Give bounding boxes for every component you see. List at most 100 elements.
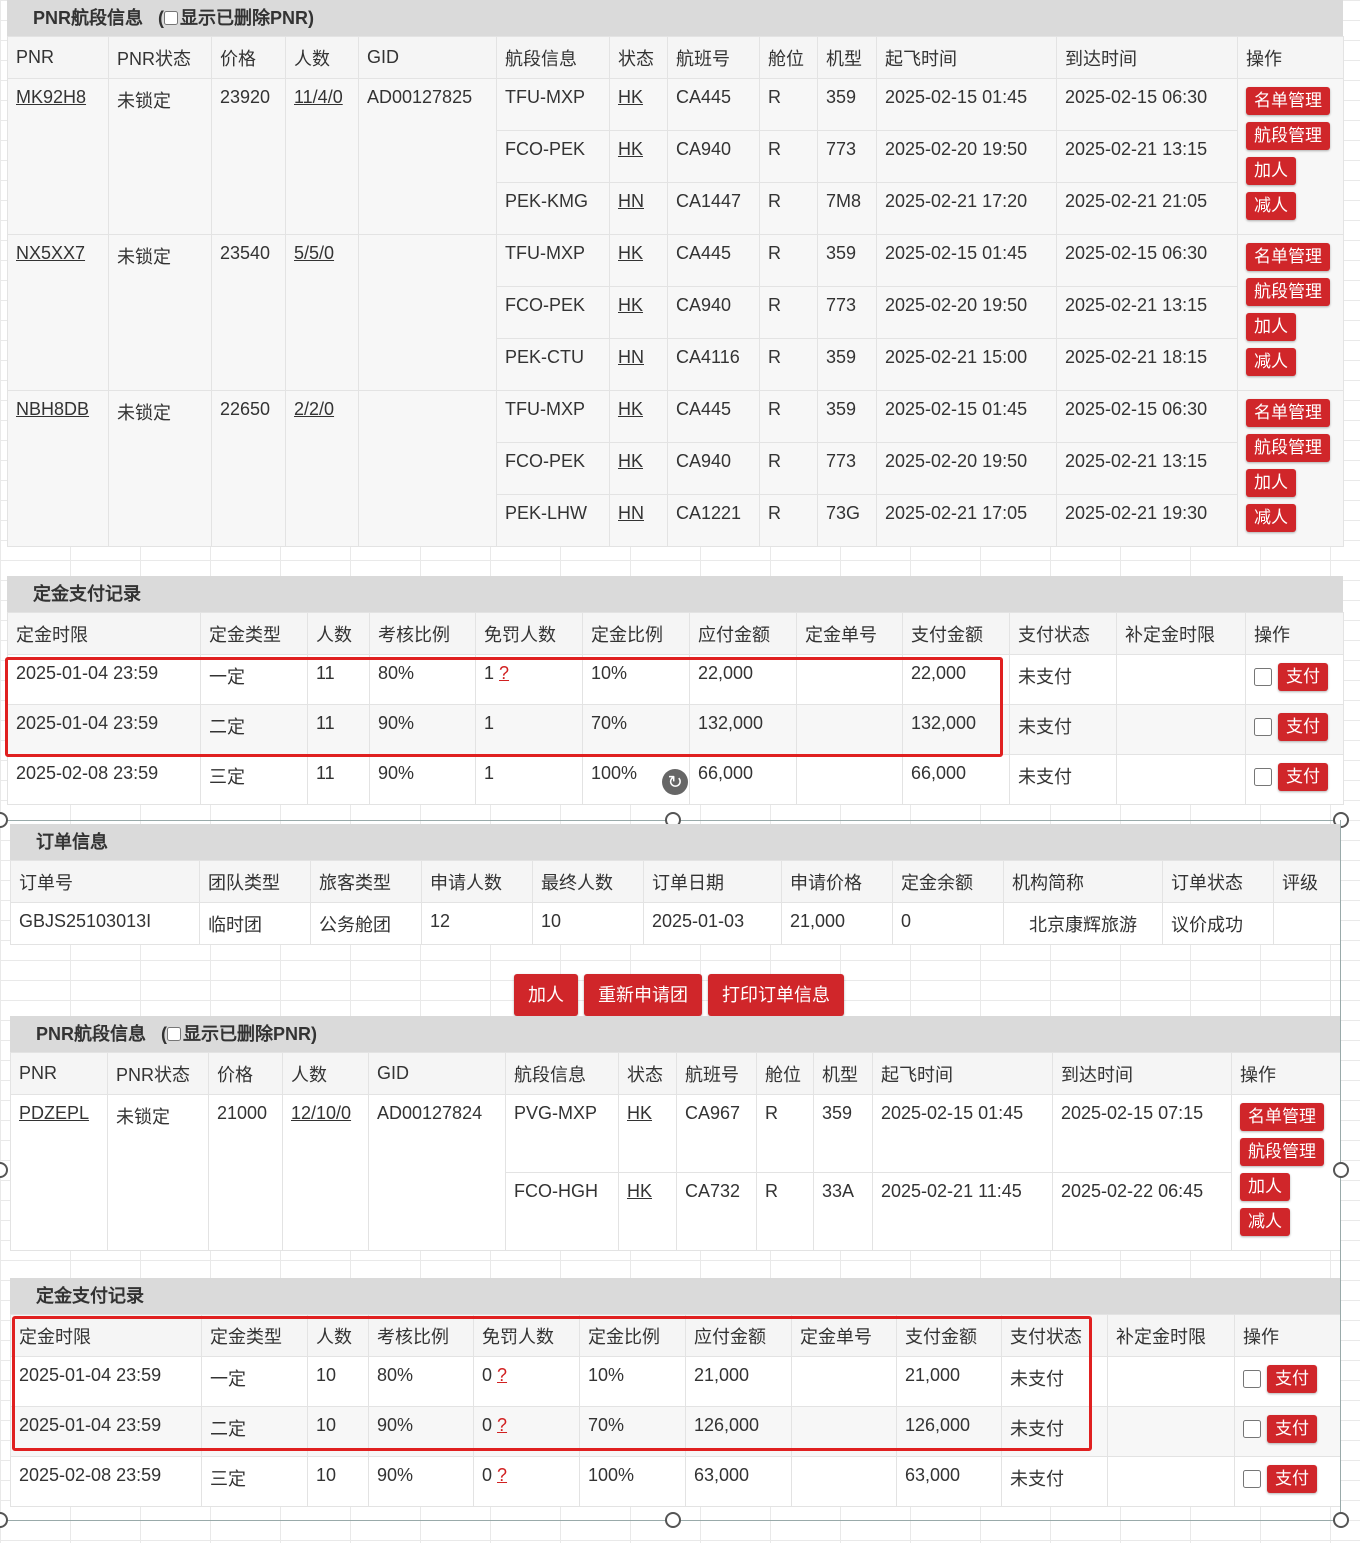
order-table: 订单号 团队类型 旅客类型 申请人数 最终人数 订单日期 申请价格 定金余额 机构简称 订单状态评… <box>10 860 1341 945</box>
print-order-button[interactable]: 打印订单信息 <box>708 974 844 1016</box>
segment-manage-button[interactable]: 航段管理 <box>1246 278 1330 306</box>
seg-status-link[interactable]: HK <box>627 1103 652 1123</box>
segment-manage-button[interactable]: 航段管理 <box>1246 434 1330 462</box>
seg-status-link[interactable]: HK <box>618 87 643 107</box>
add-person-button[interactable]: 加人 <box>514 974 578 1016</box>
pay-button[interactable]: 支付 <box>1278 663 1328 691</box>
help-icon[interactable]: ? <box>497 1465 507 1485</box>
show-deleted-checkbox[interactable] <box>164 11 179 25</box>
resize-handle[interactable] <box>0 1512 8 1528</box>
passenger-list-button[interactable]: 名单管理 <box>1240 1103 1324 1131</box>
pay-group: 支付 <box>1243 1415 1332 1443</box>
segment-cell: R <box>759 494 818 547</box>
order-cell: 21,000 <box>781 902 893 945</box>
add-person-button[interactable]: 加人 <box>1246 469 1296 497</box>
pay-button[interactable]: 支付 <box>1267 1465 1317 1493</box>
column-header: PNR <box>10 1052 108 1095</box>
remove-person-button[interactable]: 减人 <box>1246 348 1296 376</box>
remove-person-button[interactable]: 减人 <box>1246 504 1296 532</box>
select-checkbox[interactable] <box>1243 1470 1261 1488</box>
passenger-list-button[interactable]: 名单管理 <box>1246 399 1330 427</box>
pnr-status: 未锁定 <box>108 234 212 391</box>
column-header: 起飞时间 <box>872 1052 1053 1095</box>
seg-status-link[interactable]: HK <box>618 399 643 419</box>
pnr-code-link[interactable]: NBH8DB <box>16 399 89 419</box>
seg-status-cell: HK <box>609 286 668 339</box>
seg-status-link[interactable]: HN <box>618 503 644 523</box>
segment-cell: R <box>759 182 818 235</box>
pnr-code-link[interactable]: MK92H8 <box>16 87 86 107</box>
pay-group: 支付 <box>1254 663 1335 691</box>
select-checkbox[interactable] <box>1243 1370 1261 1388</box>
segment-cell: CA940 <box>667 130 760 183</box>
seg-status-cell: HN <box>609 182 668 235</box>
remove-person-button[interactable]: 减人 <box>1240 1208 1290 1236</box>
waiver-count-cell: 0 ? <box>473 1356 580 1407</box>
segment-cell: R <box>756 1094 814 1173</box>
column-header: 起飞时间 <box>876 36 1057 79</box>
pnr-code-link[interactable]: NX5XX7 <box>16 243 85 263</box>
seg-status-link[interactable]: HN <box>618 191 644 211</box>
select-checkbox[interactable] <box>1254 718 1272 736</box>
rotate-icon[interactable]: ↻ <box>662 769 688 795</box>
segment-cell: CA4116 <box>667 338 760 391</box>
deposit-cell: 2025-01-04 23:59 <box>10 1356 202 1407</box>
resize-handle[interactable] <box>0 1162 8 1178</box>
pnr-status: 未锁定 <box>108 78 212 235</box>
pay-button[interactable]: 支付 <box>1267 1415 1317 1443</box>
seg-status-link[interactable]: HK <box>618 243 643 263</box>
waiver-count: 1 <box>484 763 495 783</box>
passenger-list-button[interactable]: 名单管理 <box>1246 243 1330 271</box>
count-link[interactable]: 5/5/0 <box>294 243 334 263</box>
help-icon[interactable]: ? <box>499 663 509 683</box>
select-checkbox[interactable] <box>1243 1420 1261 1438</box>
segment-cell: 2025-02-15 06:30 <box>1056 78 1238 131</box>
column-header: 舱位 <box>756 1052 814 1095</box>
seg-status-link[interactable]: HK <box>618 295 643 315</box>
pay-button[interactable]: 支付 <box>1278 763 1328 791</box>
resize-handle[interactable] <box>1333 1162 1349 1178</box>
reapply-group-button[interactable]: 重新申请团 <box>584 974 702 1016</box>
resize-handle[interactable] <box>1333 1512 1349 1528</box>
segment-cell: PEK-KMG <box>496 182 610 235</box>
resize-handle[interactable] <box>665 1512 681 1528</box>
seg-status-link[interactable]: HK <box>627 1181 652 1201</box>
passenger-list-button[interactable]: 名单管理 <box>1246 87 1330 115</box>
pay-button[interactable]: 支付 <box>1267 1365 1317 1393</box>
remove-person-button[interactable]: 减人 <box>1246 192 1296 220</box>
help-icon[interactable]: ? <box>497 1365 507 1385</box>
count-link[interactable]: 11/4/0 <box>294 87 343 107</box>
pay-group: 支付 <box>1243 1365 1332 1393</box>
segment-cell: TFU-MXP <box>496 234 610 287</box>
column-header: GID <box>368 1052 506 1095</box>
column-header: 状态 <box>618 1052 677 1095</box>
show-deleted-checkbox[interactable] <box>167 1027 182 1041</box>
segment-cell: FCO-HGH <box>505 1172 619 1251</box>
section-title: 定金支付记录 <box>36 1286 144 1306</box>
pnr-code-link[interactable]: PDZEPL <box>19 1103 89 1123</box>
count-link[interactable]: 12/10/0 <box>291 1103 351 1123</box>
segment-cell: 2025-02-15 01:45 <box>876 390 1057 443</box>
add-person-button[interactable]: 加人 <box>1240 1173 1290 1201</box>
select-checkbox[interactable] <box>1254 668 1272 686</box>
seg-status-link[interactable]: HN <box>618 347 644 367</box>
segment-cell: R <box>759 234 818 287</box>
segment-manage-button[interactable]: 航段管理 <box>1240 1138 1324 1166</box>
seg-status-link[interactable]: HK <box>618 451 643 471</box>
pay-button[interactable]: 支付 <box>1278 713 1328 741</box>
select-checkbox[interactable] <box>1254 768 1272 786</box>
resize-handle[interactable] <box>0 812 8 828</box>
segment-cell: 2025-02-21 21:05 <box>1056 182 1238 235</box>
seg-status-link[interactable]: HK <box>618 139 643 159</box>
add-person-button[interactable]: 加人 <box>1246 157 1296 185</box>
deposit-cell <box>1116 704 1246 755</box>
segment-manage-button[interactable]: 航段管理 <box>1246 122 1330 150</box>
help-icon[interactable]: ? <box>497 1415 507 1435</box>
segment-cell: 773 <box>817 286 877 339</box>
add-person-button[interactable]: 加人 <box>1246 313 1296 341</box>
deposit-cell: 三定 <box>201 1456 308 1507</box>
count-link[interactable]: 2/2/0 <box>294 399 334 419</box>
pay-group: 支付 <box>1254 763 1335 791</box>
table-row: 2025-01-04 23:59 一定 10 80% 0 ? 10% 21,000 21,00… <box>10 1356 1341 1407</box>
column-header: 定金时限 <box>7 612 201 655</box>
